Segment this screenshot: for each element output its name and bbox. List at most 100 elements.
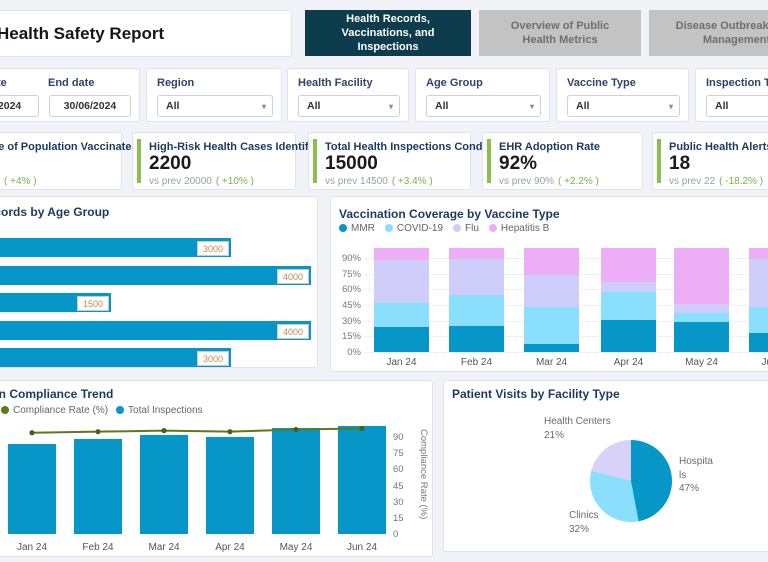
legend-item[interactable]: Hepatitis B xyxy=(488,223,549,234)
tab-1[interactable]: Health Records, Vaccinations, and Inspec… xyxy=(305,10,471,56)
y-axis-tick: 0% xyxy=(347,347,361,358)
kpi-value: 2200 xyxy=(149,153,192,174)
legend-item[interactable]: MMR xyxy=(339,223,375,234)
pie-slice-label: Clinics 32% xyxy=(569,509,629,536)
compliance-chart-card: Inspection Compliance Trend Compliance R… xyxy=(0,380,433,557)
kpi-subline: vs prev 14500( +3.4% ) xyxy=(325,176,433,187)
legend-dot-icon xyxy=(339,224,347,232)
x-axis-label: Feb 24 xyxy=(82,542,114,553)
stacked-bar-segment[interactable] xyxy=(601,319,656,352)
stacked-bar-segment[interactable] xyxy=(601,247,656,282)
health-facility-select[interactable]: All ▾ xyxy=(298,95,400,117)
stacked-bar-segment[interactable] xyxy=(749,333,768,352)
x-axis-label: Apr 24 xyxy=(215,542,245,553)
kpi-accent-bar xyxy=(657,139,661,183)
stacked-bar-segment[interactable] xyxy=(449,247,504,259)
kpi-change-value: ( +3.4% ) xyxy=(391,176,433,187)
kpi-prev-value: vs prev 20000 xyxy=(149,176,212,187)
stacked-bar-segment[interactable] xyxy=(449,258,504,295)
y-axis-tick: 60% xyxy=(341,284,361,296)
stacked-bar-segment[interactable] xyxy=(374,302,429,327)
tab-2[interactable]: Overview of Public Health Metrics xyxy=(479,10,641,56)
end-date-input[interactable]: 30/06/2024 xyxy=(49,95,131,117)
inspections-bar[interactable] xyxy=(272,428,320,534)
stacked-bar-segment[interactable] xyxy=(674,247,729,304)
stacked-bar-segment[interactable] xyxy=(524,307,579,344)
legend-item[interactable]: Compliance Rate (%) xyxy=(1,405,108,416)
age-group-bar[interactable] xyxy=(0,266,311,285)
page-title: Health Safety Report xyxy=(0,24,165,43)
age-group-chart-title: Health Records by Age Group xyxy=(0,205,110,219)
kpi-prev-value: vs prev 90% xyxy=(499,176,555,187)
kpi-card-5: Public Health Alerts Issued18 vs prev 22(… xyxy=(652,132,768,190)
stacked-bar-segment[interactable] xyxy=(374,247,429,261)
chevron-down-icon: ▾ xyxy=(388,102,393,111)
kpi-subline: vs prev 90%( +2.2% ) xyxy=(499,176,599,187)
stacked-bar-segment[interactable] xyxy=(524,247,579,275)
inspections-bar[interactable] xyxy=(206,437,254,534)
x-axis-label: Jun 24 xyxy=(346,542,378,553)
start-date-label: Start date xyxy=(0,77,7,89)
pie-slice-label: Health Centers 21% xyxy=(544,415,628,442)
kpi-change-value: ( -18.2% ) xyxy=(719,176,764,187)
vaccine-type-select[interactable]: All ▾ xyxy=(567,95,680,117)
age-group-select[interactable]: All ▾ xyxy=(426,95,541,117)
chevron-down-icon: ▾ xyxy=(529,102,534,111)
kpi-change-value: ( +2.2% ) xyxy=(558,176,599,187)
stacked-bar-segment[interactable] xyxy=(449,325,504,352)
stacked-bar-segment[interactable] xyxy=(674,313,729,322)
chevron-down-icon: ▾ xyxy=(261,102,266,111)
tab-3[interactable]: Disease Outbreaks and Management xyxy=(649,10,768,56)
kpi-title: Public Health Alerts Issued xyxy=(669,141,768,153)
x-axis-label: Mar 24 xyxy=(535,357,568,368)
stacked-bar-segment[interactable] xyxy=(374,326,429,352)
stacked-bar-segment[interactable] xyxy=(601,292,656,320)
chevron-down-icon: ▾ xyxy=(668,102,673,111)
vaccination-chart-card: Vaccination Coverage by Vaccine Type MMR… xyxy=(330,196,768,372)
stacked-bar-segment[interactable] xyxy=(601,281,656,293)
age-group-label: Age Group xyxy=(426,77,483,89)
age-group-filter-card: Age Group All ▾ xyxy=(415,68,550,122)
region-select[interactable]: All ▾ xyxy=(157,95,273,117)
patient-visits-chart-card: Patient Visits by Facility Type Hospital… xyxy=(443,380,768,552)
y-axis-tick: 90% xyxy=(341,252,361,264)
right-axis-title: Compliance Rate (%) xyxy=(418,429,429,520)
legend-item[interactable]: Total Inspections xyxy=(116,405,203,416)
pie-slice-pct: 32% xyxy=(569,523,590,535)
stacked-bar-segment[interactable] xyxy=(449,294,504,326)
region-label: Region xyxy=(157,77,195,89)
kpi-card-3: Total Health Inspections Conducted 15000 v… xyxy=(308,132,512,190)
x-axis-label: Jan 24 xyxy=(16,542,48,553)
bar-value-label: 4000 xyxy=(277,324,309,339)
inspection-type-select[interactable]: All▾ xyxy=(706,95,768,117)
kpi-value: 15000 xyxy=(325,153,378,174)
kpi-card-2: High-Risk Health Cases Identified 2200 vs … xyxy=(132,132,324,190)
stacked-bar-segment[interactable] xyxy=(674,303,729,314)
inspections-bar[interactable] xyxy=(140,434,188,534)
age-group-bar[interactable] xyxy=(0,321,311,340)
x-axis-label: Jun 24 xyxy=(761,357,768,368)
inspections-bar[interactable] xyxy=(74,439,122,534)
y-axis-tick: 15% xyxy=(341,331,361,343)
stacked-bar-segment[interactable] xyxy=(749,258,768,308)
x-axis-label: Apr 24 xyxy=(613,357,644,368)
stacked-bar-segment[interactable] xyxy=(374,260,429,303)
legend-item[interactable]: Flu xyxy=(453,223,479,234)
vaccine-type-label: Vaccine Type xyxy=(567,77,636,89)
stacked-bar-segment[interactable] xyxy=(524,274,579,308)
stacked-bar-segment[interactable] xyxy=(524,343,579,352)
patient-visits-chart-title: Patient Visits by Facility Type xyxy=(452,387,620,401)
stacked-bar-segment[interactable] xyxy=(749,307,768,334)
age-group-chart-card: Health Records by Age Group 3000 4000 1500… xyxy=(0,196,318,368)
legend-item[interactable]: COVID-19 xyxy=(384,223,443,234)
x-axis-label: Feb 24 xyxy=(460,357,493,368)
stacked-bar-segment[interactable] xyxy=(674,321,729,352)
stacked-bar-segment[interactable] xyxy=(749,247,768,259)
kpi-accent-bar xyxy=(137,139,141,183)
bar-value-label: 1500 xyxy=(77,296,109,311)
inspections-bar[interactable] xyxy=(338,426,386,534)
inspection-type-label: Inspection Type xyxy=(706,77,768,89)
start-date-input[interactable]: 01/01/2024 xyxy=(0,95,39,117)
dashboard: Health Safety Report Health Records, Vac… xyxy=(0,0,768,562)
inspections-bar[interactable] xyxy=(8,443,56,534)
